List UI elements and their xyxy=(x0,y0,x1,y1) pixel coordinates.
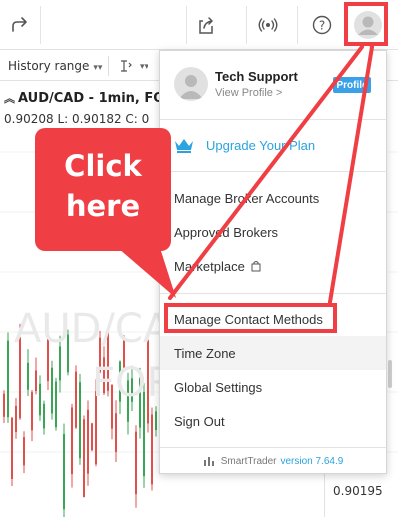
candle-down xyxy=(115,413,117,452)
menu-item-sign-out[interactable]: Sign Out xyxy=(160,404,386,438)
menu-divider xyxy=(160,119,386,120)
candle-up xyxy=(7,340,9,418)
menu-divider xyxy=(160,293,386,294)
upgrade-plan-link[interactable]: Upgrade Your Plan xyxy=(174,135,374,155)
candle-down xyxy=(87,409,89,474)
candle-down xyxy=(151,414,153,485)
candle-up xyxy=(63,433,65,510)
view-profile-link[interactable]: View Profile > xyxy=(215,87,282,99)
top-toolbar: ? xyxy=(0,0,398,50)
profile-section[interactable]: Tech Support View Profile > Profile xyxy=(160,51,386,119)
callout-text: Click here xyxy=(35,146,171,226)
toolbar-divider xyxy=(246,6,247,44)
smarttrader-logo-icon xyxy=(203,457,214,466)
menu-item-time-zone[interactable]: Time Zone xyxy=(160,336,386,370)
menu-item-global-settings[interactable]: Global Settings xyxy=(160,370,386,404)
candle-down xyxy=(91,423,93,451)
menu-item-approved-brokers[interactable]: Approved Brokers xyxy=(160,215,386,249)
crown-icon xyxy=(175,139,193,153)
chevron-down-icon: ▾▾ xyxy=(93,63,103,73)
menu-footer: SmartTrader version 7.64.9 xyxy=(160,449,386,473)
ohlc-readout: 0.90208 L: 0.90182 C: 0 xyxy=(4,112,150,126)
chart-watermark: AUD/CA FOR xyxy=(14,302,174,410)
menu-item-marketplace[interactable]: Marketplace xyxy=(160,249,386,283)
broadcast-icon[interactable] xyxy=(248,0,288,50)
toolbar-divider xyxy=(40,6,41,44)
watermark-symbol: AUD/CA xyxy=(14,306,171,352)
history-range-dropdown[interactable]: History range ▾▾ xyxy=(8,59,102,73)
callout-line-1: Click xyxy=(64,149,142,183)
toolbar-divider xyxy=(297,6,298,44)
bar-divider xyxy=(108,56,109,76)
footer-brand: SmartTrader xyxy=(220,455,277,467)
menu-item-label: Global Settings xyxy=(174,379,263,395)
menu-item-label: Approved Brokers xyxy=(174,224,279,240)
svg-text:?: ? xyxy=(319,19,325,33)
candle-down xyxy=(3,393,5,417)
symbol-header[interactable]: ︽ AUD/CAD - 1min, FOR xyxy=(4,90,174,106)
candle-up xyxy=(155,411,157,431)
profile-avatar-icon xyxy=(174,67,208,101)
menu-divider xyxy=(160,171,386,172)
candle-down xyxy=(23,437,25,466)
export-icon[interactable] xyxy=(186,0,226,50)
menu-item-label: Sign Out xyxy=(174,413,225,429)
menu-item-label: Marketplace xyxy=(174,258,245,274)
chevron-up-icon[interactable]: ︽ xyxy=(4,92,15,105)
price-label: 0.90195 xyxy=(333,484,383,498)
user-menu: Tech Support View Profile > Profile Upgr… xyxy=(159,41,387,474)
click-here-callout: Click here xyxy=(35,128,171,251)
upgrade-plan-label: Upgrade Your Plan xyxy=(206,137,316,153)
callout-line-2: here xyxy=(65,189,141,223)
help-icon[interactable]: ? xyxy=(302,0,342,50)
indicator-settings-icon[interactable]: ▾▾ xyxy=(118,58,150,77)
candle-down xyxy=(83,419,85,497)
menu-item-label: Manage Broker Accounts xyxy=(174,190,320,206)
footer-version[interactable]: version 7.64.9 xyxy=(280,456,343,467)
menu-item-label: Time Zone xyxy=(174,345,236,361)
menu-item-manage-broker-accounts[interactable]: Manage Broker Accounts xyxy=(160,181,386,215)
history-range-label: History range xyxy=(8,59,90,73)
avatar-highlight-box xyxy=(344,2,388,46)
symbol-title: AUD/CAD - 1min, FOR xyxy=(18,91,175,106)
menu-divider xyxy=(160,447,386,448)
candle-down xyxy=(71,407,73,475)
shopping-bag-icon xyxy=(251,261,261,272)
manage-contact-highlight-box xyxy=(164,303,337,333)
share-icon[interactable] xyxy=(0,0,40,50)
candle-down xyxy=(135,431,137,495)
price-axis-scrollbar[interactable] xyxy=(388,360,392,388)
svg-text:▾▾: ▾▾ xyxy=(140,62,148,72)
candle-down xyxy=(11,417,13,479)
profile-badge[interactable]: Profile xyxy=(333,77,371,93)
profile-name: Tech Support xyxy=(215,69,298,84)
